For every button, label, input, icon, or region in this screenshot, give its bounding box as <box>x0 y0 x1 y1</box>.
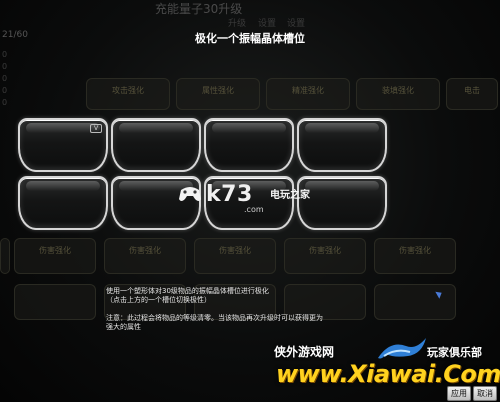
background-mod-card: 伤害强化 <box>14 238 96 274</box>
dialog-title: 极化一个振幅晶体槽位 <box>195 32 305 45</box>
slot-glare <box>26 123 100 133</box>
background-mod-card <box>14 284 96 320</box>
background-mod-card: 攻击强化 <box>86 78 170 110</box>
background-value: 0 <box>2 74 8 83</box>
slot-glare <box>305 181 379 191</box>
instruction-line: （点击上方的一个槽位切换极性） <box>106 296 211 304</box>
background-mod-card: 装填强化 <box>356 78 440 110</box>
background-mod-card <box>0 238 10 274</box>
background-mod-card: 伤害强化 <box>374 238 456 274</box>
k73-watermark-domain: .com <box>244 205 264 214</box>
polarity-slot-3[interactable] <box>204 118 294 172</box>
background-tab: 设置 <box>258 19 277 29</box>
background-mod-card: 伤害强化 <box>104 238 186 274</box>
background-tab: 升级 <box>228 19 247 29</box>
xiawai-watermark-left: 侠外游戏网 <box>274 345 335 359</box>
background-mod-card: 伤害强化 <box>194 238 276 274</box>
polarity-slot-8[interactable] <box>297 176 387 230</box>
xiawai-watermark-url: www.Xiawai.Com <box>276 360 500 388</box>
slot-glare <box>26 181 100 191</box>
instruction-line: 使用一个塑形体对30级物品的振幅晶体槽位进行极化 <box>106 287 269 295</box>
gamepad-logo-icon <box>179 187 201 201</box>
background-mod-card: 伤害强化 <box>284 238 366 274</box>
background-mod-card: 属性强化 <box>176 78 260 110</box>
background-value: 0 <box>2 62 8 71</box>
slot-glare <box>305 123 379 133</box>
warning-line: 注意：此过程会将物品的等级清零。当该物品再次升级时可以获得更为 <box>106 314 323 322</box>
background-value: 0 <box>2 50 8 59</box>
apply-button[interactable]: 应用 <box>447 386 471 401</box>
background-mod-card <box>374 284 456 320</box>
k73-watermark: k73 <box>206 182 253 207</box>
polarity-slot-1[interactable]: V <box>18 118 108 172</box>
warning-line: 强大的属性 <box>106 323 141 331</box>
polarity-slot-5[interactable] <box>18 176 108 230</box>
polarity-slot-2[interactable] <box>111 118 201 172</box>
background-title: 充能量子30升级 <box>155 2 243 16</box>
slot-glare <box>212 123 286 133</box>
slot-glare <box>119 123 193 133</box>
polarity-slot-4[interactable] <box>297 118 387 172</box>
background-value: 0 <box>2 98 8 107</box>
background-tab: 设置 <box>287 19 306 29</box>
wave-logo-icon <box>378 338 426 359</box>
k73-watermark-cn: 电玩之家 <box>270 190 310 201</box>
background-value: 0 <box>2 86 8 95</box>
polarity-badge-icon: V <box>90 124 102 133</box>
background-mod-card: 精准强化 <box>266 78 350 110</box>
background-mod-card: 电击 <box>446 78 498 110</box>
cancel-button[interactable]: 取消 <box>473 386 497 401</box>
xiawai-watermark-right: 玩家俱乐部 <box>427 346 482 359</box>
